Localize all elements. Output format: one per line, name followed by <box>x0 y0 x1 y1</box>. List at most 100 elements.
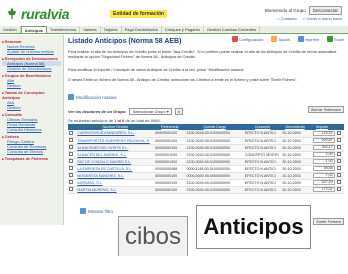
cell-cuenta: 2100-3043-00-0100000000 <box>185 158 244 166</box>
cell-nombre[interactable]: MARTIN MORENO, S.L. <box>76 186 155 194</box>
row-checkbox[interactable] <box>69 145 73 149</box>
group-select[interactable]: Seleccionar Grupo ▾ <box>129 108 172 115</box>
table-row[interactable]: PAZ DE GONZALO MADRID S.L. 00000001000 210… <box>68 158 344 166</box>
sidebar-item[interactable]: Gestión <box>2 83 61 88</box>
cell-importe: 170,02 <box>308 186 336 194</box>
row-checkbox[interactable] <box>69 152 73 156</box>
cell-vencimiento: 30-10-2003 <box>281 137 309 145</box>
row-checkbox[interactable] <box>69 138 73 142</box>
configuracion-button[interactable]: Configuración <box>231 36 263 42</box>
cell-referencia: 00000001000 <box>154 158 186 166</box>
modificacion-masiva-label: Modificación masiva <box>76 94 117 100</box>
table-row[interactable]: CARPINTEROS ATANDORES, S.L. 00000000100 21… <box>68 130 344 138</box>
row-marker <box>68 186 77 194</box>
emitir-fichero-button[interactable]: Emitir Fichero <box>313 218 344 225</box>
desconectar-button[interactable]: Desconectar <box>308 6 342 15</box>
ruralvia-logo[interactable]: ruralvia <box>6 6 69 22</box>
cell-referencia: 00000000100 <box>154 186 186 194</box>
cell-nombre[interactable]: ALMACEN DEL MUEBLE, S.L. <box>76 151 155 159</box>
excel-button[interactable]: Excel <box>327 36 344 42</box>
table-row[interactable]: MOSAVEITA SANCHEZ, S.L. 00000000100 0000-0… <box>68 172 344 180</box>
nav-cheques[interactable]: Cheques y Pagarés <box>162 26 204 33</box>
sidebar-item[interactable]: Gestión <box>2 105 61 110</box>
table-row[interactable]: TRANSPORTES GUERRERO PALENCIA, S. 0000000… <box>68 137 344 145</box>
importe-input[interactable]: 2,00 <box>312 152 335 157</box>
select-checkbox[interactable] <box>336 187 341 191</box>
table-row[interactable]: LA EMPRESA DE CASTILLA, S.L. 00000000488 0… <box>68 165 344 173</box>
row-checkbox[interactable] <box>69 173 73 177</box>
importe-input[interactable]: 170,02 <box>312 187 335 192</box>
sidebar-item[interactable]: Consulta Históricos <box>2 127 61 132</box>
table-row[interactable]: MARTIN MORENO, S.L. 00000000100 2100-3049-… <box>68 186 344 194</box>
cell-nombre[interactable]: TRANSPORTES GUERRERO PALENCIA, S. <box>76 137 155 145</box>
nav-cuentas-corrientes[interactable]: Gestión Cuentas Corrientes <box>204 26 261 33</box>
cell-importe: 124,52 <box>308 130 336 138</box>
importe-input[interactable]: 1,00 <box>312 159 335 164</box>
cell-importe: 7,00 <box>308 172 336 180</box>
cell-referencia: 00000000100 <box>154 137 186 145</box>
row-checkbox[interactable] <box>69 130 73 135</box>
importe-input[interactable]: 200,67 <box>312 138 335 143</box>
nav-tarjetas[interactable]: Tarjetas <box>101 26 122 33</box>
nav-valores[interactable]: Valores <box>80 26 101 33</box>
select-checkbox[interactable] <box>336 145 341 149</box>
filter-go-button[interactable]: Ir <box>174 108 184 115</box>
main-nav: Gestión Anticipos Transferencias Valores… <box>0 26 348 34</box>
select-checkbox[interactable] <box>336 130 341 135</box>
row-checkbox[interactable] <box>69 187 73 191</box>
cell-nombre[interactable]: CARPINTEROS ATANDORES, S.L. <box>76 130 155 138</box>
select-checkbox[interactable] <box>336 180 341 184</box>
cell-referencia: 00000000100 <box>154 172 186 180</box>
sidebar-item[interactable]: Consulta de Efectos <box>2 149 61 154</box>
modificacion-masiva-link[interactable]: Modificación masiva <box>68 94 117 100</box>
table-row[interactable]: AGRIMAG, S.L. 00000000100 2100-3049-00-010… <box>68 179 344 187</box>
page-title: Listado Anticipos (Norma 58 AEB) <box>68 38 182 45</box>
importe-input[interactable]: 7,00 <box>312 173 335 178</box>
row-marker <box>68 130 77 138</box>
cell-nombre[interactable]: LA EMPRESA DE CASTILLA, S.L. <box>76 165 155 173</box>
table-row[interactable]: ALMACENES DEL NORTE S.L. 00000000100 2100-… <box>68 144 344 152</box>
ayuda-button[interactable]: Ayuda <box>271 36 290 42</box>
cell-nombre[interactable]: AGRIMAG, S.L. <box>76 179 155 187</box>
nav-pago-domiciliados[interactable]: Pago Domiciliados <box>122 26 162 33</box>
select-checkbox[interactable] <box>336 152 341 156</box>
cell-select <box>335 144 344 152</box>
anticipos-table: Nombre Deudor Referencia Cuenta Cargo Co… <box>68 124 344 194</box>
mostrar-filtro-link[interactable]: Mostrar filtro <box>80 208 113 214</box>
importe-input[interactable]: 124,52 <box>312 130 335 136</box>
cell-vencimiento: 30-10-2003 <box>281 179 309 187</box>
cell-referencia: 00000000100 <box>154 130 186 138</box>
table-row[interactable]: ALMACEN DEL MUEBLE, S.L. 00000001000 2100-… <box>68 151 344 159</box>
importe-input[interactable]: 527,20 <box>312 180 335 185</box>
cell-nombre[interactable]: ALMACENES DEL NORTE S.L. <box>76 144 155 152</box>
select-checkbox[interactable] <box>336 173 341 177</box>
select-checkbox[interactable] <box>336 138 341 142</box>
cell-importe: 304,17 <box>308 144 336 152</box>
nav-transferencias[interactable]: Transferencias <box>47 26 81 33</box>
cell-select <box>335 137 344 145</box>
select-checkbox[interactable] <box>336 159 341 163</box>
row-checkbox[interactable] <box>69 166 73 170</box>
mostrar-filtro-label: Mostrar filtro <box>88 208 114 214</box>
sidebar-item[interactable]: Gestión de Devoluciones <box>2 66 61 71</box>
nav-anticipos[interactable]: Anticipos <box>20 26 48 33</box>
cell-importe: 200,67 <box>308 137 336 145</box>
cell-nombre[interactable]: PAZ DE GONZALO MADRID S.L. <box>76 158 155 166</box>
nav-gestion[interactable]: Gestión <box>0 26 21 33</box>
contacto-link[interactable]: ⌂ Contacto <box>277 16 297 21</box>
cell-importe: 2,00 <box>308 151 336 159</box>
zoomed-tab-recibos[interactable]: cibos <box>118 216 188 256</box>
importe-input[interactable]: 98,54 <box>312 166 335 171</box>
borrar-seleccion-button[interactable]: Borrar Selección <box>308 106 344 113</box>
volver-link[interactable]: ⌂ Volver a menú inicio <box>303 16 342 21</box>
row-checkbox[interactable] <box>69 180 73 184</box>
cell-importe: 1,00 <box>308 158 336 166</box>
cell-cuenta: 2100-3049-00-0100000000 <box>185 179 244 187</box>
importe-input[interactable]: 304,17 <box>312 145 335 150</box>
imprimir-button[interactable]: Imprimir <box>297 36 319 42</box>
zoomed-tab-anticipos[interactable]: Anticipos <box>196 205 311 249</box>
cell-nombre[interactable]: MOSAVEITA SANCHEZ, S.L. <box>76 172 155 180</box>
row-checkbox[interactable] <box>69 159 73 163</box>
sidebar-item[interactable]: A partir de remesa emitida <box>2 49 61 54</box>
select-checkbox[interactable] <box>336 166 341 170</box>
